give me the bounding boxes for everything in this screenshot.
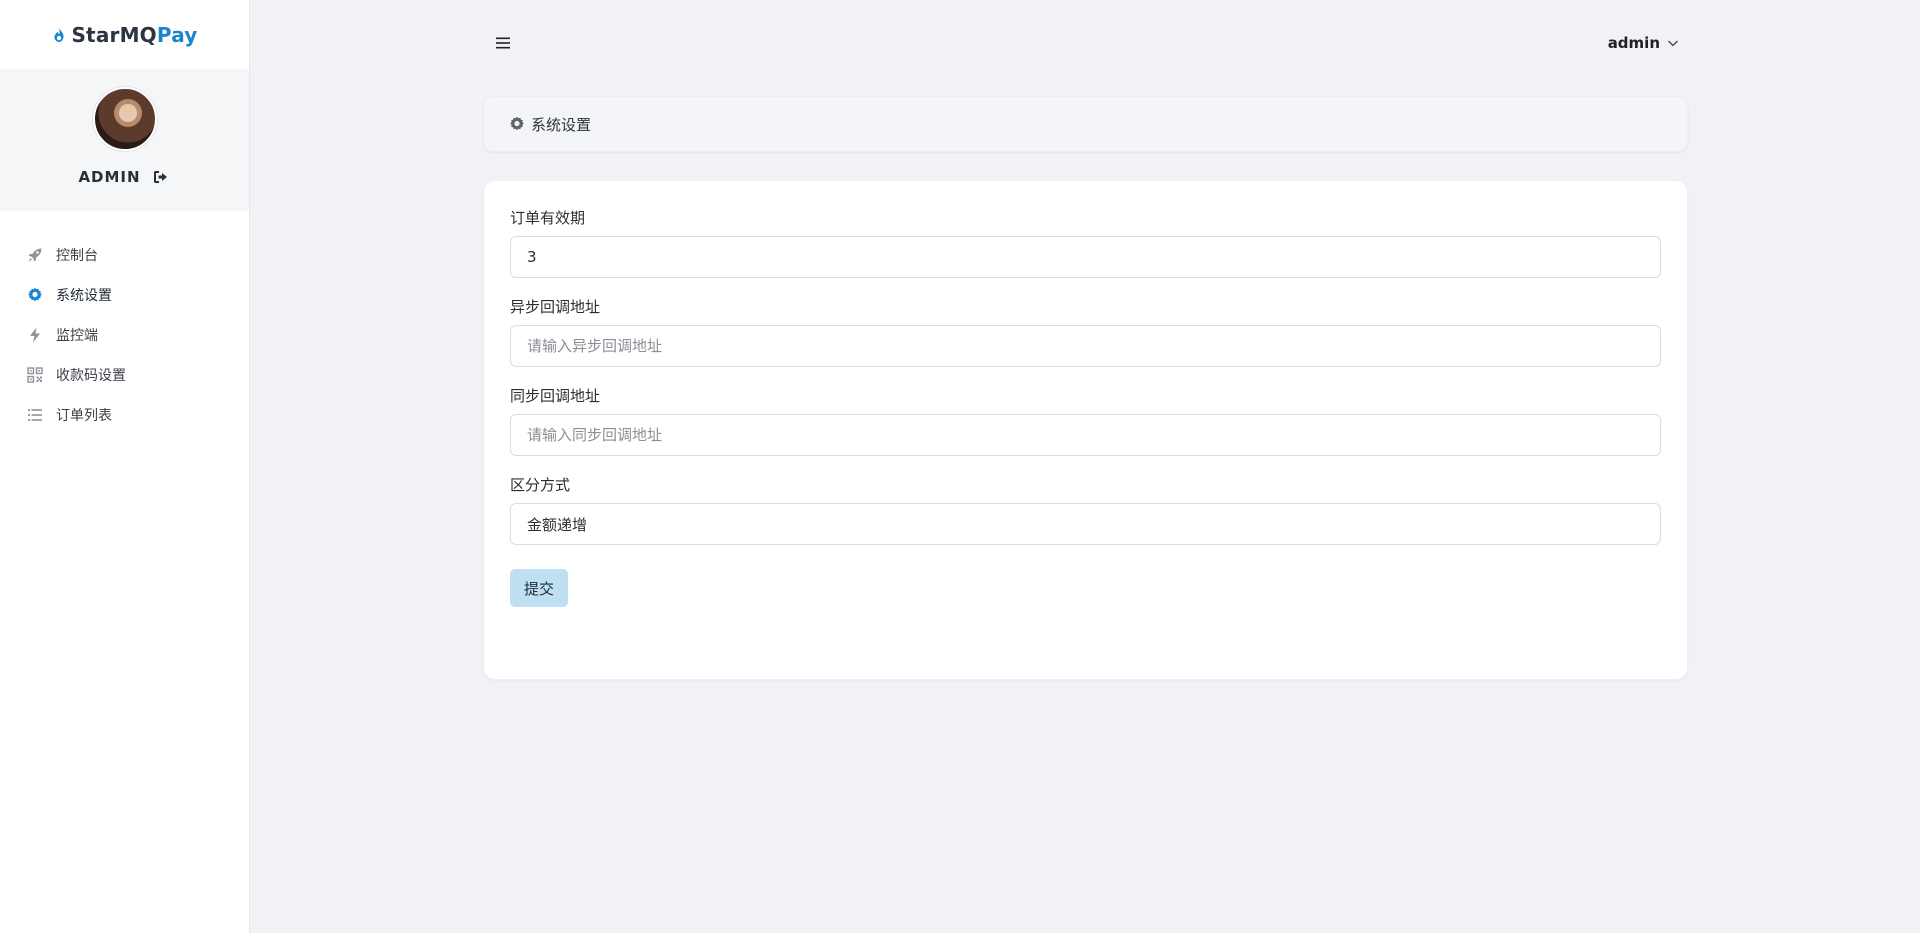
flame-icon (51, 27, 67, 43)
main-area: admin 系统设置 订单有效期 3 异步回调地址 请输入异步回调地址 同步回调… (250, 0, 1920, 933)
rocket-icon (26, 246, 44, 264)
page-title: 系统设置 (531, 115, 592, 134)
brand-name-star: StarMQ (71, 22, 157, 47)
sync-callback-input[interactable] (510, 414, 1661, 456)
sidebar-item-system-settings[interactable]: 系统设置 (0, 275, 249, 315)
gear-icon (509, 116, 525, 132)
order-validity-label: 订单有效期 (510, 209, 586, 227)
distinguish-mode-value: 金额递增 (527, 515, 588, 534)
async-callback-input[interactable] (510, 325, 1661, 367)
profile-panel: ADMIN (0, 69, 249, 211)
hamburger-menu-icon[interactable] (491, 31, 515, 55)
async-callback-label: 异步回调地址 (510, 298, 601, 316)
sync-callback-label: 同步回调地址 (510, 387, 601, 405)
gear-icon (26, 286, 44, 304)
submit-button[interactable]: 提交 (510, 569, 569, 607)
sidebar-nav: 控制台 系统设置 监控端 收款码设置 订单列表 (0, 235, 249, 435)
sidebar-item-label: 收款码设置 (56, 368, 126, 384)
logout-icon[interactable] (151, 167, 171, 187)
distinguish-mode-label: 区分方式 (510, 476, 571, 494)
list-icon (26, 406, 44, 424)
sidebar-item-label: 系统设置 (56, 288, 112, 304)
bolt-icon (26, 326, 44, 344)
distinguish-mode-select[interactable]: 金额递增 (510, 503, 1661, 545)
form-group-sync-callback: 同步回调地址 (510, 385, 1661, 456)
user-menu-label: admin (1607, 34, 1660, 52)
avatar[interactable] (92, 87, 157, 151)
brand-name-pay: Pay (156, 22, 198, 47)
qrcode-icon (26, 366, 44, 384)
form-group-async-callback: 异步回调地址 (510, 296, 1661, 367)
sidebar-item-label: 控制台 (56, 248, 98, 264)
profile-name-row: ADMIN (78, 167, 170, 187)
content-container: admin 系统设置 订单有效期 3 异步回调地址 请输入异步回调地址 同步回调… (483, 0, 1688, 680)
sidebar-item-dashboard[interactable]: 控制台 (0, 235, 249, 275)
user-menu[interactable]: admin (1608, 34, 1680, 52)
form-group-order-validity: 订单有效期 (510, 207, 1661, 278)
sidebar-item-label: 订单列表 (56, 408, 112, 424)
settings-form: 订单有效期 异步回调地址 同步回调地址 区分方式 金额递增 提交 (483, 180, 1688, 680)
chevron-down-icon (1666, 36, 1680, 50)
topbar: admin (483, 0, 1688, 86)
sidebar-item-order-list[interactable]: 订单列表 (0, 395, 249, 435)
sidebar-item-qrcode-settings[interactable]: 收款码设置 (0, 355, 249, 395)
sidebar-item-monitor[interactable]: 监控端 (0, 315, 249, 355)
brand-logo[interactable]: StarMQ Pay (0, 0, 249, 69)
sidebar-item-label: 监控端 (56, 328, 98, 344)
profile-name: ADMIN (78, 168, 141, 186)
order-validity-input[interactable] (510, 236, 1661, 278)
breadcrumb: 系统设置 (483, 96, 1688, 152)
sidebar: StarMQ Pay ADMIN 控制台 系统设置 监控端 收款码设置 订单列表 (0, 0, 250, 933)
form-group-distinguish-mode: 区分方式 金额递增 (510, 474, 1661, 545)
